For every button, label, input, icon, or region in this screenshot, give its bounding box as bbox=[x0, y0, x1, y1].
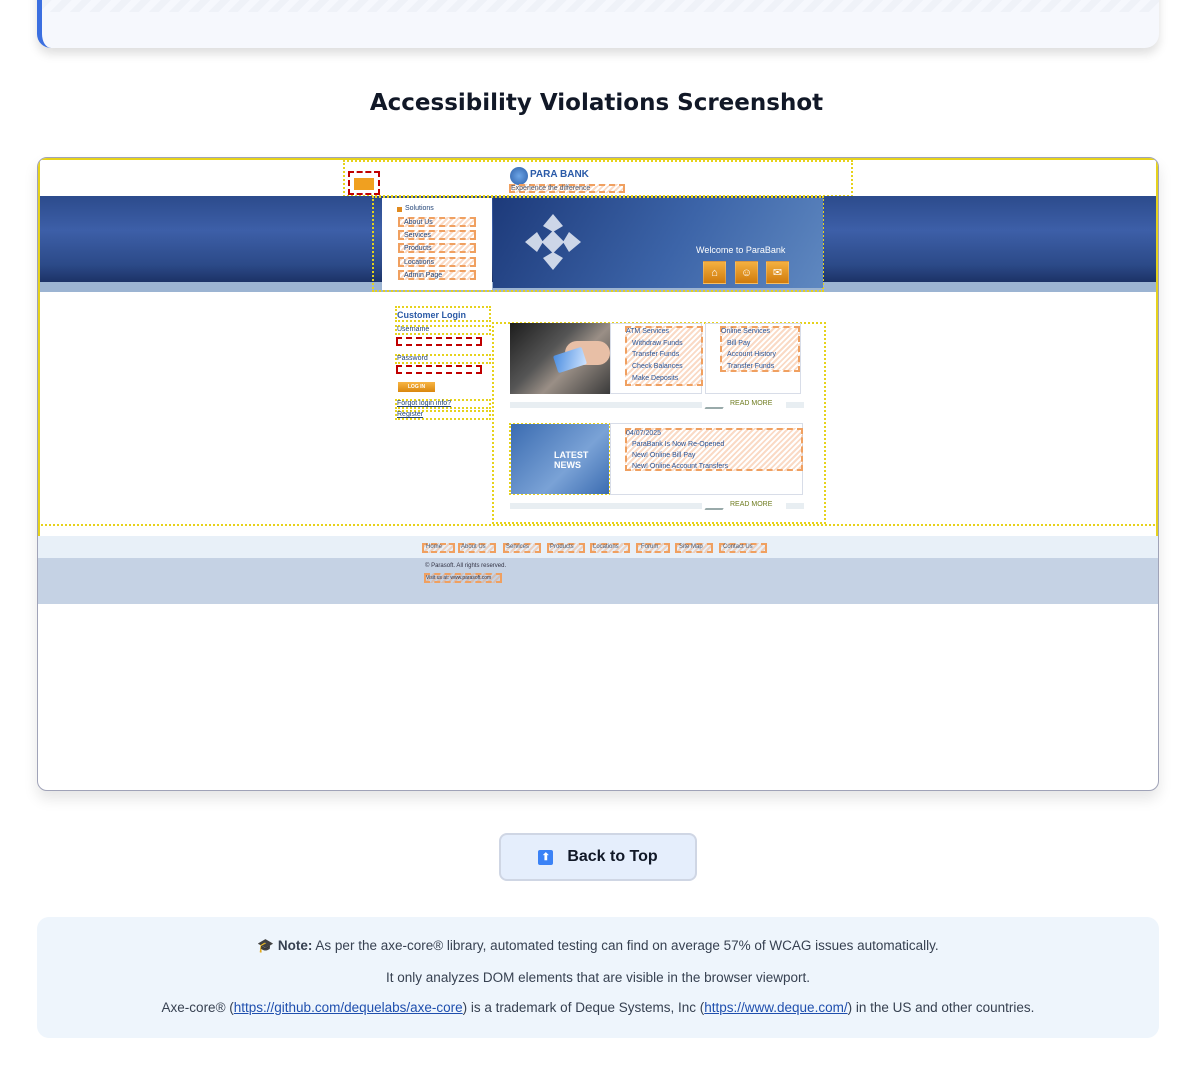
read-more-bar bbox=[510, 402, 702, 408]
note-label: Note: bbox=[277, 938, 313, 953]
note-line-2: It only analyzes DOM elements that are v… bbox=[386, 970, 810, 985]
footer-link-forum[interactable]: Forum bbox=[641, 544, 658, 550]
about-icon[interactable]: ☺ bbox=[735, 261, 758, 284]
note-line-1: 🎓 Note: As per the axe-core® library, au… bbox=[37, 938, 1159, 954]
note-line-3: Axe-core® (https://github.com/dequelabs/… bbox=[37, 1000, 1159, 1015]
menu-admin-page[interactable]: Admin Page bbox=[404, 272, 442, 279]
read-more-link[interactable]: READ MORE bbox=[730, 501, 772, 508]
axe-core-link[interactable]: https://github.com/dequelabs/axe-core bbox=[234, 1000, 463, 1015]
bullet-icon bbox=[397, 207, 402, 212]
graduation-cap-icon: 🎓 bbox=[257, 938, 275, 953]
read-more-bar bbox=[510, 503, 702, 509]
deque-link[interactable]: https://www.deque.com/ bbox=[704, 1000, 847, 1015]
username-label: Username bbox=[397, 326, 430, 333]
note-text-1: As per the axe-core® library, automated … bbox=[315, 938, 939, 953]
online-item[interactable]: Transfer Funds bbox=[727, 363, 774, 370]
solutions-label: Solutions bbox=[405, 205, 434, 212]
password-input[interactable] bbox=[396, 365, 482, 374]
previous-card bbox=[37, 0, 1159, 48]
welcome-text: Welcome to ParaBank bbox=[696, 245, 786, 255]
atm-item[interactable]: Make Deposits bbox=[632, 375, 678, 382]
news-item[interactable]: ParaBank Is Now Re-Opened bbox=[632, 441, 724, 448]
username-input[interactable] bbox=[396, 337, 482, 346]
footer-link-products[interactable]: Products bbox=[550, 544, 574, 550]
parabank-emblem-icon bbox=[525, 214, 581, 270]
latest-news-line2: NEWS bbox=[554, 460, 581, 470]
violations-screenshot: PARA BANK Experience the difference Solu… bbox=[37, 157, 1159, 791]
register-link[interactable]: Register bbox=[397, 411, 423, 418]
footer-link-services[interactable]: Services bbox=[506, 544, 529, 550]
note-text-3c: ) in the US and other countries. bbox=[847, 1000, 1035, 1015]
note-box: 🎓 Note: As per the axe-core® library, au… bbox=[37, 917, 1159, 1038]
menu-locations[interactable]: Locations bbox=[404, 259, 434, 266]
welcome-banner: Welcome to ParaBank ⌂ ☺ ✉ bbox=[493, 198, 823, 288]
footer-link-locations[interactable]: Locations bbox=[593, 544, 619, 550]
atm-item[interactable]: Check Balances bbox=[632, 363, 683, 370]
menu-services[interactable]: Services bbox=[404, 232, 431, 239]
read-more-bar bbox=[786, 503, 804, 509]
note-text-3b: ) is a trademark of Deque Systems, Inc ( bbox=[462, 1000, 705, 1015]
copyright-text: © Parasoft. All rights reserved. bbox=[425, 563, 507, 569]
back-to-top-button[interactable]: ⬆ Back to Top bbox=[499, 833, 697, 881]
atm-item[interactable]: Withdraw Funds bbox=[632, 340, 683, 347]
footer-link-home[interactable]: Home bbox=[426, 544, 442, 550]
forgot-login-link[interactable]: Forgot login info? bbox=[397, 400, 451, 407]
online-item[interactable]: Bill Pay bbox=[727, 340, 750, 347]
online-item[interactable]: Account History bbox=[727, 351, 776, 358]
login-button[interactable]: LOG IN bbox=[398, 382, 435, 392]
news-date: 04/07/2025 bbox=[626, 430, 662, 437]
footer-link-contact[interactable]: Contact Us bbox=[723, 544, 753, 550]
atm-image bbox=[510, 323, 610, 394]
footer-link-sitemap[interactable]: Site Map bbox=[679, 544, 703, 550]
news-item[interactable]: New! Online Account Transfers bbox=[632, 463, 728, 470]
read-more-bar bbox=[786, 402, 804, 408]
footer-link-about[interactable]: About Us bbox=[461, 544, 486, 550]
section-title: Accessibility Violations Screenshot bbox=[369, 90, 824, 116]
visit-link[interactable]: www.parasoft.com bbox=[450, 575, 491, 581]
menu-about-us[interactable]: About Us bbox=[404, 219, 433, 226]
atm-item[interactable]: Transfer Funds bbox=[632, 351, 679, 358]
online-services-title: Online Services bbox=[721, 328, 771, 335]
password-label: Password bbox=[397, 355, 428, 362]
contact-icon[interactable]: ✉ bbox=[766, 261, 789, 284]
footer-bottom bbox=[38, 558, 1158, 604]
latest-news-line1: LATEST bbox=[554, 450, 589, 460]
visit-us: Visit us at: www.parasoft.com bbox=[426, 575, 491, 581]
news-item[interactable]: New! Online Bill Pay bbox=[632, 452, 695, 459]
menu-products[interactable]: Products bbox=[404, 245, 432, 252]
latest-news-badge: LATEST NEWS bbox=[511, 424, 609, 494]
note-text-3a: Axe-core® ( bbox=[161, 1000, 234, 1015]
customer-login-title: Customer Login bbox=[397, 310, 466, 320]
back-to-top-label: Back to Top bbox=[567, 848, 658, 865]
visit-prefix: Visit us at: bbox=[426, 575, 449, 581]
atm-services-title: ATM Services bbox=[626, 328, 670, 335]
arrow-up-icon: ⬆ bbox=[538, 849, 554, 865]
read-more-link[interactable]: READ MORE bbox=[730, 400, 772, 407]
home-icon[interactable]: ⌂ bbox=[703, 261, 726, 284]
